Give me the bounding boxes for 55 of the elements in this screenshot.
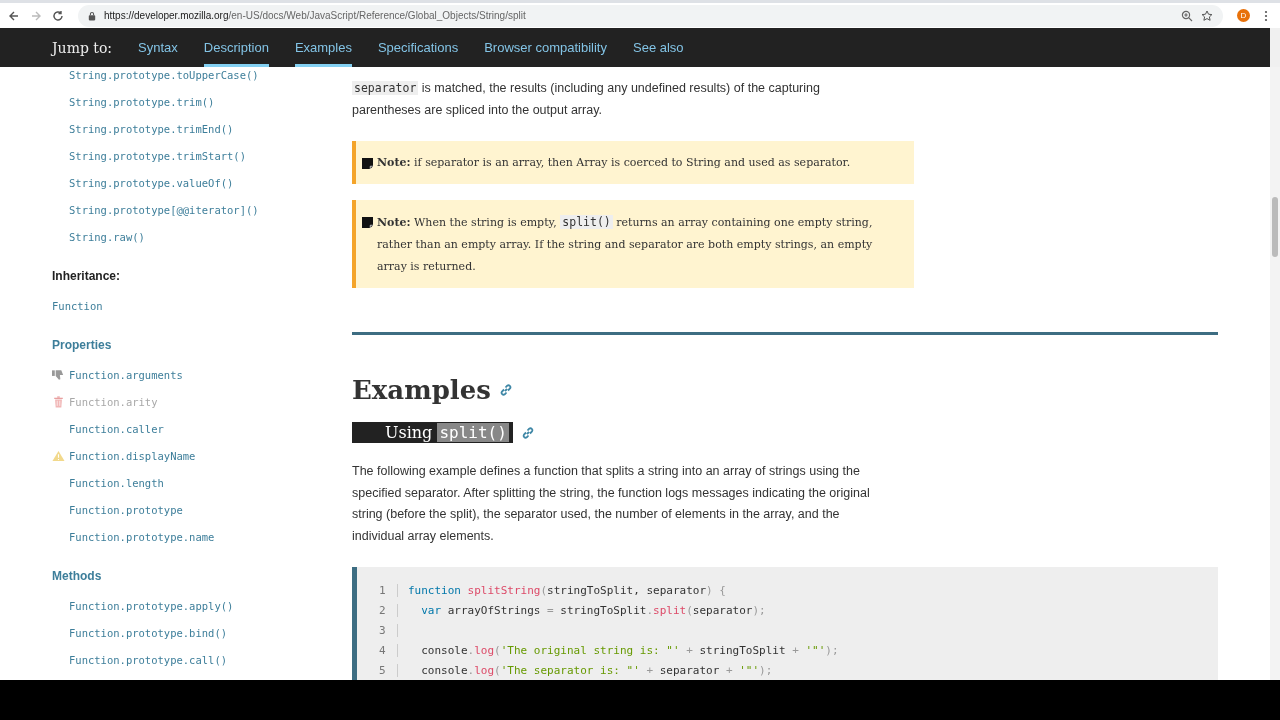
link-icon[interactable] xyxy=(520,425,535,440)
line-number: 3 xyxy=(379,623,398,637)
sidebar-link[interactable]: Function.prototype.apply() xyxy=(69,599,234,612)
back-icon[interactable] xyxy=(8,9,20,22)
sidebar-link[interactable]: Function.displayName xyxy=(69,449,196,462)
jump-link[interactable]: Specifications xyxy=(377,28,459,67)
sidebar-link[interactable]: Function.prototype xyxy=(69,503,183,516)
note-icon xyxy=(362,217,373,228)
line-number: 5 xyxy=(379,663,398,677)
subsection-heading: Using split() xyxy=(352,422,513,443)
url-text: https://developer.mozilla.org/en-US/docs/Web/JavaScript/Reference/Global_Objects/String/split xyxy=(104,10,526,21)
sidebar-link[interactable]: Function xyxy=(52,299,103,312)
sidebar-link[interactable]: Function.prototype.bind() xyxy=(69,626,228,639)
jump-link[interactable]: Examples xyxy=(294,28,352,67)
note-text: Note: When the string is empty, split() returns an array containing one empty string, rather than an empty array. If the string and separator are both empty strings, an empty array is returned. xyxy=(377,214,874,275)
address-bar[interactable]: https://developer.mozilla.org/en-US/docs/Web/JavaScript/Reference/Global_Objects/String/split xyxy=(78,4,1223,27)
code-line: function splitString(stringToSplit, separator) { xyxy=(408,583,726,597)
sidebar-link[interactable]: String.prototype.trimEnd() xyxy=(69,122,234,135)
jump-link[interactable]: Description xyxy=(203,28,269,67)
jump-link[interactable]: Syntax xyxy=(138,28,178,67)
section-heading: Examples xyxy=(352,375,491,405)
sidebar-link[interactable]: String.prototype.valueOf() xyxy=(69,176,234,189)
link-icon[interactable] xyxy=(498,383,513,397)
sidebar-heading-link[interactable]: Methods xyxy=(52,560,352,592)
reload-icon[interactable] xyxy=(52,9,64,22)
zoom-icon[interactable] xyxy=(1181,9,1193,22)
line-number: 2 xyxy=(379,603,398,617)
paragraph: The following example defines a function that splits a string into an array of strings using the specified separator. After splitting the string, the function logs messages indicating the original string (before the split), the separator used, the number of elements in the array, and the individual array elements. xyxy=(352,463,871,545)
sidebar-heading-link[interactable]: Properties xyxy=(52,329,352,361)
sidebar-link[interactable]: Function.caller xyxy=(69,422,164,435)
lock-icon xyxy=(88,10,96,21)
note-text: Note: if separator is an array, then Array is coerced to String and used as separator. xyxy=(377,155,852,171)
sidebar-link[interactable]: Function.arity xyxy=(69,395,158,408)
sidebar-link[interactable]: String.prototype.trim() xyxy=(69,95,215,108)
profile-avatar[interactable]: D xyxy=(1237,9,1250,22)
code-line: console.log('The original string is: "' + stringToSplit + '"'); xyxy=(420,643,839,657)
sidebar-link[interactable]: Function.prototype.name xyxy=(69,530,215,543)
note-icon xyxy=(362,158,373,169)
sidebar-heading: Inheritance: xyxy=(52,268,121,285)
code-line: console.log('The separator is: "' + separator + '"'); xyxy=(420,663,773,677)
star-icon[interactable] xyxy=(1201,9,1213,22)
line-number: 1 xyxy=(379,583,398,597)
line-number: 4 xyxy=(379,643,398,657)
jump-link[interactable]: Browser compatibility xyxy=(484,28,607,67)
jump-label: Jump to: xyxy=(52,39,113,56)
sidebar-link[interactable]: Function.prototype.call() xyxy=(69,653,228,666)
jump-link[interactable]: See also xyxy=(633,28,684,67)
sidebar-link[interactable]: String.raw() xyxy=(69,230,145,243)
sidebar-link[interactable]: String.prototype[@@iterator]() xyxy=(69,203,259,216)
paragraph: separator is matched, the results (including any undefined results) of the capturing parentheses are spliced into the output array. xyxy=(352,80,821,119)
sidebar-link[interactable]: String.prototype.trimStart() xyxy=(69,149,246,162)
sidebar-link[interactable]: Function.length xyxy=(69,476,164,489)
sidebar-link[interactable]: String.prototype.toUpperCase() xyxy=(69,68,259,81)
code-line: var arrayOfStrings = stringToSplit.split(separator); xyxy=(420,603,766,617)
sidebar-link[interactable]: Function.arguments xyxy=(69,368,183,381)
